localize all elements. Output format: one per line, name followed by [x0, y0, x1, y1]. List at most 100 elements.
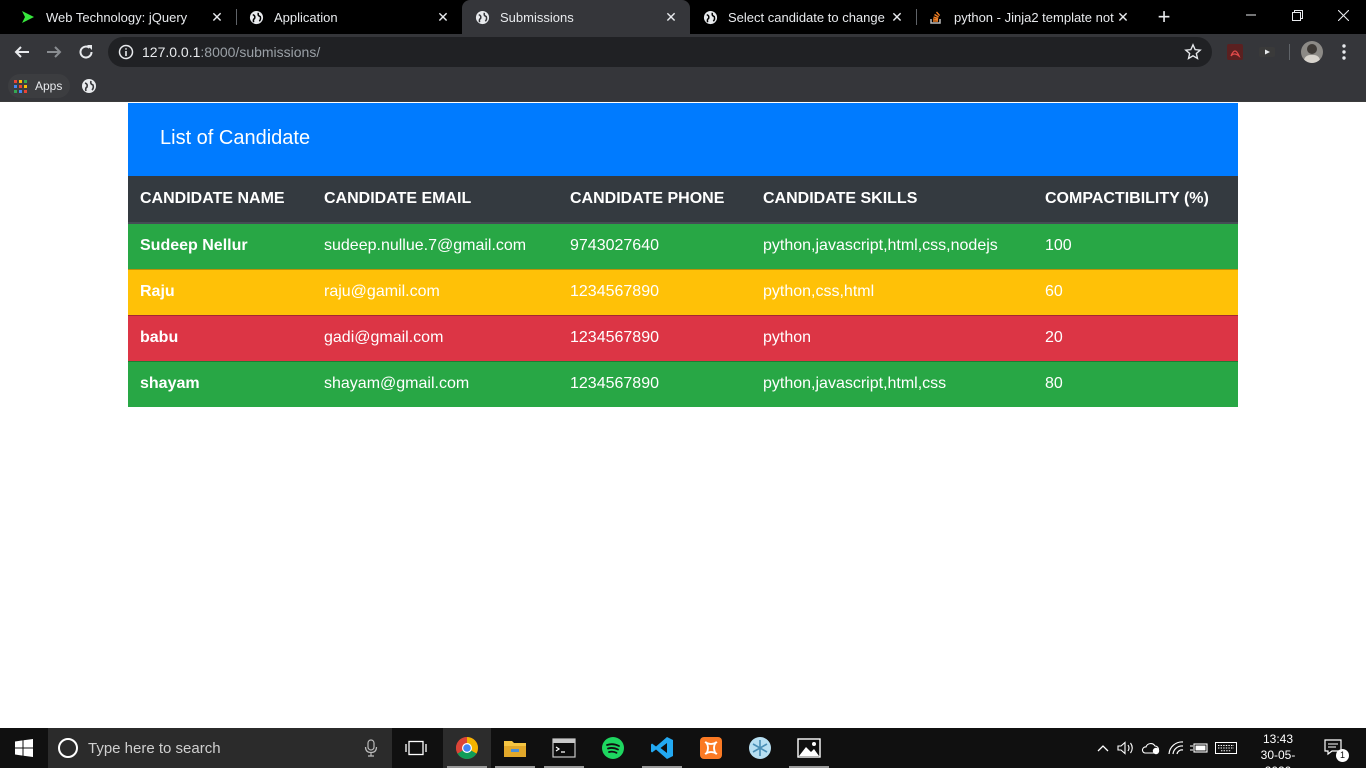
- bookmark-apps-label: Apps: [35, 79, 63, 93]
- close-icon[interactable]: ✕: [888, 8, 906, 26]
- info-icon[interactable]: [118, 44, 134, 60]
- browser-toolbar: 127.0.0.1:8000/submissions/: [0, 34, 1366, 70]
- tab-web-technology[interactable]: Web Technology: jQuery ✕: [8, 0, 236, 34]
- onedrive-sync-button[interactable]: [1140, 728, 1162, 768]
- close-icon[interactable]: ✕: [1114, 8, 1132, 26]
- battery-button[interactable]: [1188, 728, 1210, 768]
- star-icon[interactable]: [1184, 43, 1202, 61]
- close-icon: [1337, 9, 1349, 21]
- cell-name: Sudeep Nellur: [128, 222, 312, 269]
- reload-button[interactable]: [72, 38, 100, 66]
- column-header-skills: CANDIDATE SKILLS: [751, 176, 1033, 224]
- bookmark-apps[interactable]: Apps: [8, 74, 71, 98]
- close-icon[interactable]: ✕: [434, 8, 452, 26]
- globe-icon: [702, 9, 718, 25]
- taskbar-xampp[interactable]: [687, 728, 735, 768]
- table-header-row: CANDIDATE NAME CANDIDATE EMAIL CANDIDATE…: [128, 176, 1238, 224]
- url-text[interactable]: 127.0.0.1:8000/submissions/: [142, 44, 320, 60]
- cell-email: raju@gamil.com: [312, 268, 558, 315]
- close-window-button[interactable]: [1320, 0, 1366, 30]
- tab-title: python - Jinja2 template not re: [954, 9, 1114, 25]
- cell-phone: 1234567890: [558, 314, 751, 361]
- tab-select-candidate[interactable]: Select candidate to change | Dj ✕: [690, 0, 916, 34]
- table-row: Sudeep Nellur sudeep.nullue.7@gmail.com …: [128, 222, 1238, 269]
- vscode-icon: [651, 737, 673, 759]
- tab-title: Application: [274, 9, 338, 25]
- apps-grid-icon: [14, 79, 27, 93]
- task-view-button[interactable]: [392, 728, 440, 768]
- column-header-compatibility: COMPACTIBILITY (%): [1033, 176, 1238, 224]
- cell-skills: python,javascript,html,css: [751, 360, 1033, 407]
- minimize-icon: [1246, 14, 1256, 16]
- cell-skills: python,javascript,html,css,nodejs: [751, 222, 1033, 269]
- taskbar-vscode[interactable]: [638, 728, 686, 768]
- tab-submissions[interactable]: Submissions ✕: [462, 0, 690, 34]
- show-hidden-icons-button[interactable]: [1094, 728, 1112, 768]
- tab-application[interactable]: Application ✕: [236, 0, 462, 34]
- taskbar-chrome[interactable]: [443, 728, 491, 768]
- cell-compatibility: 100: [1033, 222, 1238, 269]
- more-vertical-icon: [1342, 44, 1346, 60]
- cell-skills: python: [751, 314, 1033, 361]
- green-chevron-icon: [20, 9, 36, 25]
- cell-name: Raju: [128, 268, 312, 315]
- folder-icon: [504, 741, 526, 757]
- new-tab-button[interactable]: +: [1152, 4, 1176, 29]
- close-icon[interactable]: ✕: [208, 8, 226, 26]
- cell-phone: 9743027640: [558, 222, 751, 269]
- battery-icon: [1190, 743, 1208, 753]
- tab-jinja2-question[interactable]: python - Jinja2 template not re ✕: [916, 0, 1142, 34]
- pdf-extension-icon[interactable]: [1226, 43, 1244, 61]
- taskbar-photos[interactable]: [785, 728, 833, 768]
- back-button[interactable]: [8, 38, 36, 66]
- photos-icon: [797, 738, 821, 758]
- system-clock[interactable]: 13:43 30-05-2020: [1256, 731, 1300, 779]
- wifi-icon: [1168, 741, 1184, 755]
- taskbar-terminal[interactable]: [540, 728, 588, 768]
- keyboard-button[interactable]: [1212, 728, 1240, 768]
- volume-button[interactable]: [1116, 728, 1136, 768]
- video-extension-icon[interactable]: [1258, 43, 1276, 61]
- arrow-left-icon: [14, 46, 29, 58]
- taskbar-file-explorer[interactable]: [491, 728, 539, 768]
- snowflake-icon: [749, 737, 771, 759]
- taskbar-spotify[interactable]: [589, 728, 637, 768]
- card-header: List of Candidate: [128, 103, 1238, 176]
- action-center-button[interactable]: 1: [1318, 728, 1350, 768]
- table-row: babu gadi@gmail.com 1234567890 python 20: [128, 314, 1238, 361]
- tab-title: Select candidate to change | Dj: [728, 9, 888, 25]
- speaker-icon: [1117, 741, 1133, 755]
- restore-icon: [1291, 9, 1303, 21]
- table-row: Raju raju@gamil.com 1234567890 python,cs…: [128, 268, 1238, 315]
- cell-email: sudeep.nullue.7@gmail.com: [312, 222, 558, 269]
- keyboard-icon: [1215, 742, 1237, 754]
- terminal-icon: [552, 738, 576, 758]
- cloud-sync-icon: [1141, 743, 1160, 755]
- taskbar-snowflake-app[interactable]: [736, 728, 784, 768]
- cell-compatibility: 20: [1033, 314, 1238, 361]
- tab-strip: Web Technology: jQuery ✕ Application ✕ S…: [0, 0, 1366, 34]
- microphone-icon[interactable]: [364, 739, 378, 757]
- forward-button[interactable]: [40, 38, 68, 66]
- chrome-icon: [456, 737, 478, 759]
- globe-icon[interactable]: [81, 78, 97, 94]
- chevron-up-icon: [1097, 745, 1109, 752]
- column-header-phone: CANDIDATE PHONE: [558, 176, 751, 224]
- avatar[interactable]: [1301, 41, 1323, 63]
- cell-skills: python,css,html: [751, 268, 1033, 315]
- minimize-button[interactable]: [1228, 0, 1274, 30]
- restore-button[interactable]: [1274, 0, 1320, 30]
- menu-button[interactable]: [1330, 38, 1358, 66]
- start-button[interactable]: [0, 728, 48, 768]
- cell-phone: 1234567890: [558, 360, 751, 407]
- cell-name: babu: [128, 314, 312, 361]
- taskbar-search[interactable]: Type here to search: [48, 728, 392, 768]
- stackoverflow-icon: [928, 9, 944, 25]
- globe-icon: [474, 9, 490, 25]
- reload-icon: [79, 45, 93, 59]
- close-icon[interactable]: ✕: [662, 8, 680, 26]
- address-bar[interactable]: 127.0.0.1:8000/submissions/: [108, 37, 1212, 67]
- table-row: shayam shayam@gmail.com 1234567890 pytho…: [128, 360, 1238, 407]
- network-button[interactable]: [1166, 728, 1186, 768]
- cell-phone: 1234567890: [558, 268, 751, 315]
